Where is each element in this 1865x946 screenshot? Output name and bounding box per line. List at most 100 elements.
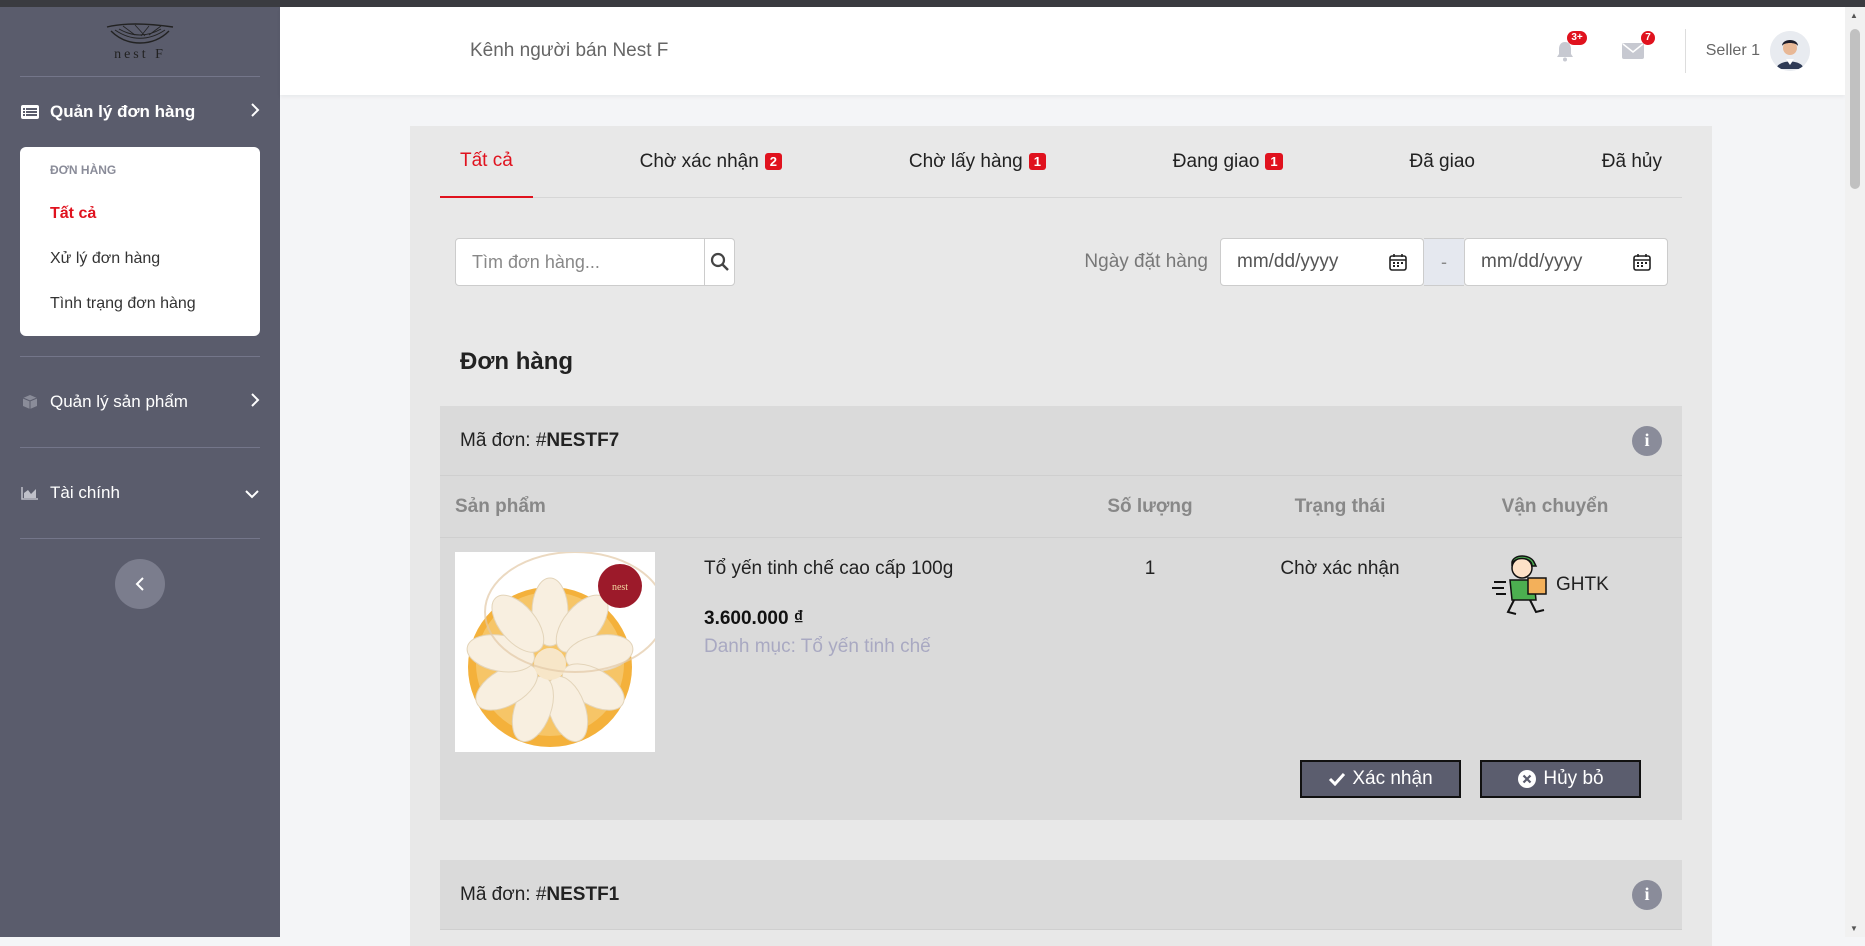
product-image[interactable]: nest <box>455 552 655 752</box>
tab-pending-confirm[interactable]: Chờ xác nhận 2 <box>620 126 802 198</box>
sidebar-divider <box>20 538 260 539</box>
date-filter: Ngày đặt hàng mm/dd/yyyy - mm/dd/yyyy <box>1084 238 1668 286</box>
tab-all[interactable]: Tất cả <box>440 126 533 198</box>
product-quantity: 1 <box>1144 558 1156 579</box>
calendar-icon[interactable] <box>1389 253 1407 271</box>
tab-delivered[interactable]: Đã giao <box>1389 126 1495 198</box>
order-code: NESTF1 <box>546 883 620 905</box>
order-columns: Sản phẩm Số lượng Trạng thái Vận chuyển <box>440 476 1682 538</box>
date-separator: - <box>1424 238 1464 286</box>
logo[interactable]: nest F <box>20 7 260 77</box>
order-card: Mã đơn: # NESTF1 i <box>440 860 1682 930</box>
nav-products[interactable]: Quản lý sản phẩm <box>0 357 280 447</box>
tab-pending-pickup[interactable]: Chờ lấy hàng 1 <box>889 126 1066 198</box>
list-icon <box>20 104 40 120</box>
scroll-up-arrow-icon[interactable]: ▲ <box>1850 11 1858 20</box>
chevron-right-icon <box>250 102 260 123</box>
notifications-badge: 3+ <box>1567 31 1587 45</box>
order-card: Mã đơn: # NESTF7 i Sản phẩm Số lượng Trạn… <box>440 406 1682 820</box>
nav-orders-label: Quản lý đơn hàng <box>50 102 196 121</box>
calendar-icon[interactable] <box>1633 253 1651 271</box>
chevron-right-icon <box>250 392 260 413</box>
search-input[interactable] <box>456 239 704 285</box>
date-from-placeholder: mm/dd/yyyy <box>1237 251 1339 272</box>
order-code-label: Mã đơn: # <box>460 429 547 451</box>
submenu-item-process[interactable]: Xử lý đơn hàng <box>50 236 260 281</box>
order-item-row: nest Tổ yến tinh chế cao cấp 100g 3.600.… <box>440 538 1682 820</box>
product-name[interactable]: Tổ yến tinh chế cao cấp 100g <box>704 558 953 580</box>
date-filter-label: Ngày đặt hàng <box>1084 251 1208 272</box>
date-from-input[interactable]: mm/dd/yyyy <box>1220 238 1424 286</box>
search-icon <box>710 252 729 271</box>
avatar <box>1770 31 1810 71</box>
column-quantity: Số lượng <box>1107 495 1193 517</box>
nav-finance-label: Tài chính <box>50 483 120 502</box>
section-title: Đơn hàng <box>460 348 574 375</box>
date-to-input[interactable]: mm/dd/yyyy <box>1464 238 1668 286</box>
header-separator <box>1684 29 1686 73</box>
tab-count-badge: 2 <box>764 153 783 170</box>
envelope-icon <box>1621 43 1644 59</box>
top-header: Kênh người bán Nest F 3+ 7 Seller 1 <box>280 7 1845 95</box>
order-header: Mã đơn: # NESTF1 i <box>440 860 1682 930</box>
confirm-label: Xác nhận <box>1352 768 1433 789</box>
cancel-order-button[interactable]: Hủy bỏ <box>1480 760 1641 798</box>
collapse-sidebar-button[interactable] <box>115 559 165 609</box>
scroll-down-arrow-icon[interactable]: ▼ <box>1850 924 1858 933</box>
nav-products-label: Quản lý sản phẩm <box>50 392 188 411</box>
window-top-bar <box>0 0 1865 7</box>
shipping-carrier: GHTK <box>1490 552 1609 618</box>
nav-orders[interactable]: Quản lý đơn hàng <box>0 77 280 147</box>
tab-count-badge: 1 <box>1028 153 1046 170</box>
chevron-left-icon <box>135 577 144 591</box>
svg-text:nest: nest <box>612 582 628 593</box>
messages-badge: 7 <box>1641 31 1655 45</box>
bird-nest-bowl-icon: nest <box>455 552 655 752</box>
product-price: 3.600.000 ₫ <box>704 608 804 629</box>
check-icon <box>1328 772 1346 786</box>
confirm-order-button[interactable]: Xác nhận <box>1300 760 1461 798</box>
tab-label: Chờ xác nhận <box>639 150 759 172</box>
order-header: Mã đơn: # NESTF7 i <box>440 406 1682 476</box>
user-menu[interactable]: Seller 1 <box>1706 31 1810 71</box>
tab-label: Đã hủy <box>1601 150 1662 172</box>
box-icon <box>20 394 40 410</box>
order-code-label: Mã đơn: # <box>460 883 547 905</box>
notifications-button[interactable]: 3+ <box>1549 31 1587 67</box>
page-scrollbar[interactable]: ▲ ▼ <box>1845 7 1865 937</box>
tab-shipping[interactable]: Đang giao 1 <box>1153 126 1303 198</box>
order-tabs: Tất cả Chờ xác nhận 2 Chờ lấy hàng 1 Đang … <box>440 126 1682 198</box>
submenu-item-all[interactable]: Tất cả <box>50 191 260 236</box>
close-circle-icon <box>1517 769 1537 789</box>
column-product: Sản phẩm <box>455 495 546 517</box>
messages-button[interactable]: 7 <box>1617 31 1655 67</box>
carrier-name: GHTK <box>1556 574 1609 595</box>
orders-submenu: ĐƠN HÀNG Tất cả Xử lý đơn hàng Tình trạn… <box>20 147 260 336</box>
submenu-item-status[interactable]: Tình trạng đơn hàng <box>50 281 260 326</box>
tab-count-badge: 1 <box>1265 153 1283 170</box>
search-button[interactable] <box>704 239 734 285</box>
column-status: Trạng thái <box>1294 495 1386 517</box>
column-shipping: Vận chuyển <box>1501 495 1609 517</box>
chevron-down-icon <box>244 483 260 504</box>
order-status: Chờ xác nhận <box>1280 558 1400 579</box>
order-code: NESTF7 <box>546 429 620 451</box>
user-name: Seller 1 <box>1705 42 1760 59</box>
tab-label: Đã giao <box>1409 150 1475 172</box>
tab-label: Chờ lấy hàng <box>908 150 1023 172</box>
info-icon[interactable]: i <box>1632 879 1662 910</box>
delivery-man-icon <box>1492 555 1547 615</box>
product-category: Danh mục: Tổ yến tinh chế <box>704 636 931 657</box>
info-icon[interactable]: i <box>1632 425 1662 456</box>
scrollbar-thumb[interactable] <box>1850 29 1860 189</box>
page-title: Kênh người bán Nest F <box>470 40 669 61</box>
tab-label: Tất cả <box>460 149 513 171</box>
date-to-placeholder: mm/dd/yyyy <box>1481 251 1583 272</box>
tab-cancelled[interactable]: Đã hủy <box>1582 126 1682 198</box>
cancel-label: Hủy bỏ <box>1543 768 1604 789</box>
nest-logo-icon <box>106 22 174 44</box>
submenu-header: ĐƠN HÀNG <box>50 163 117 177</box>
order-search <box>455 238 735 286</box>
user-avatar-icon <box>1770 31 1810 71</box>
nav-finance[interactable]: Tài chính <box>0 448 280 538</box>
